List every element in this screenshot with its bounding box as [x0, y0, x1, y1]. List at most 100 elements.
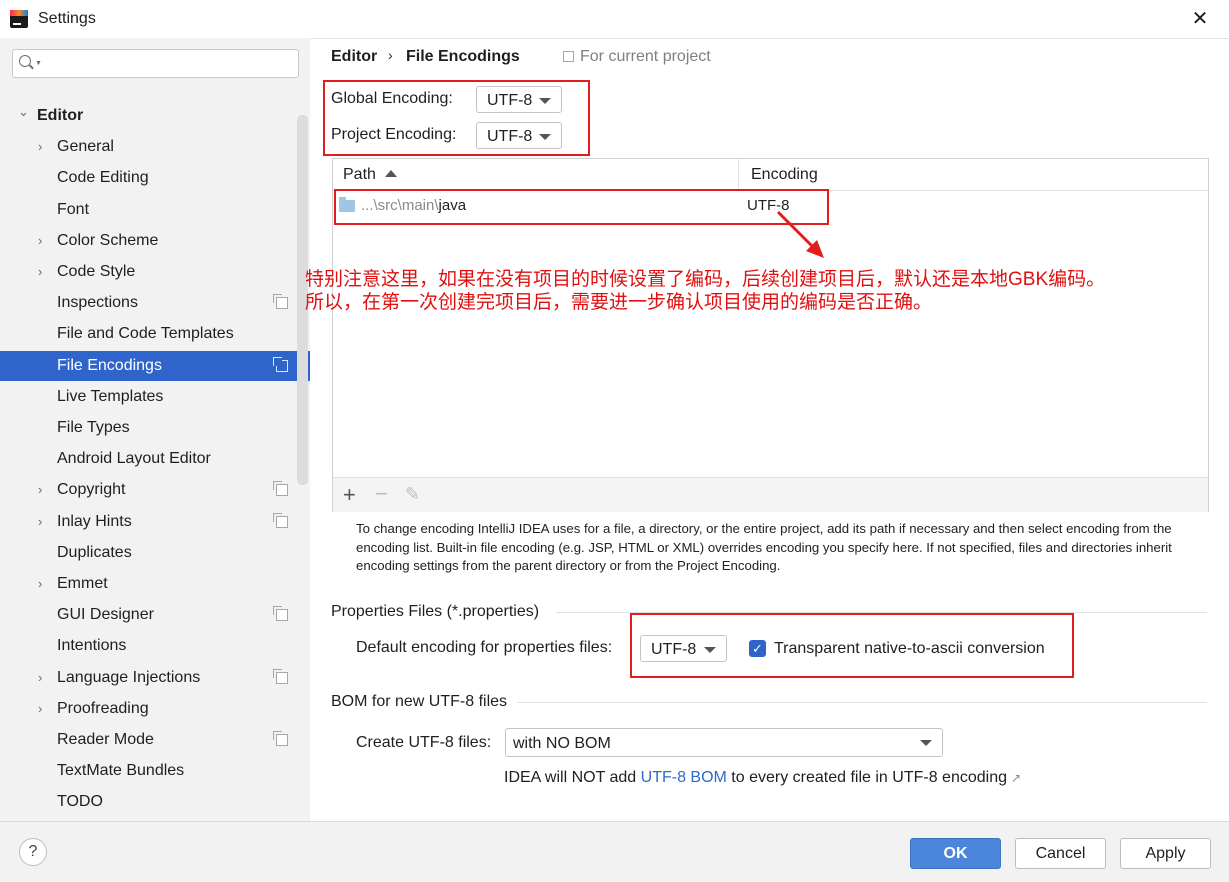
table-toolbar: + − ✎ — [333, 477, 1208, 512]
search-icon — [19, 55, 31, 67]
sidebar-item-label: Code Editing — [57, 169, 149, 186]
sidebar-item-inspections[interactable]: Inspections — [0, 288, 310, 318]
sidebar-item-file-types[interactable]: File Types — [0, 413, 310, 443]
sidebar-item-duplicates[interactable]: Duplicates — [0, 538, 310, 568]
breadcrumb-separator: › — [388, 47, 393, 63]
sidebar-item-label: Inlay Hints — [57, 513, 132, 530]
sort-ascending-icon — [385, 170, 397, 177]
intellij-app-icon — [10, 10, 28, 28]
chevron-right-icon[interactable]: › — [38, 507, 50, 537]
window-title: Settings — [38, 10, 96, 27]
sidebar-item-label: Copyright — [57, 481, 126, 498]
sidebar-item-label: Color Scheme — [57, 232, 159, 249]
title-bar: Settings ✕ — [0, 0, 1229, 39]
help-description: To change encoding IntelliJ IDEA uses fo… — [356, 521, 1172, 573]
sidebar-item-inlay-hints[interactable]: › Inlay Hints — [0, 507, 310, 537]
breadcrumb-parent[interactable]: Editor — [331, 48, 377, 66]
chevron-right-icon[interactable]: › — [38, 569, 50, 599]
chevron-right-icon[interactable]: › — [38, 226, 50, 256]
sidebar-item-emmet[interactable]: › Emmet — [0, 569, 310, 599]
column-header-encoding-label: Encoding — [751, 166, 818, 183]
sidebar-item-label: Code Style — [57, 263, 136, 280]
dialog-footer: ? OK Cancel Apply — [0, 821, 1229, 882]
edit-path-button[interactable]: ✎ — [405, 484, 420, 505]
sidebar-item-live-templates[interactable]: Live Templates — [0, 382, 310, 412]
annotation-arrow-shaft — [776, 210, 818, 252]
sidebar-item-label: File Types — [57, 419, 130, 436]
annotation-box-properties — [630, 613, 1074, 678]
section-divider — [517, 702, 1207, 703]
bom-note-suffix: to every created file in UTF-8 encoding — [726, 769, 1007, 786]
bom-note: IDEA will NOT add UTF-8 BOM to every cre… — [504, 769, 1021, 787]
column-header-path-label: Path — [343, 166, 376, 183]
chevron-right-icon[interactable]: › — [38, 257, 50, 287]
sidebar-item-label: Proofreading — [57, 700, 149, 717]
external-link-icon: ↗ — [1011, 771, 1022, 785]
project-scope-icon — [273, 513, 288, 528]
sidebar-item-label: GUI Designer — [57, 606, 154, 623]
sidebar-item-label: Inspections — [57, 294, 138, 311]
cancel-button[interactable]: Cancel — [1015, 838, 1106, 869]
sidebar-item-intentions[interactable]: Intentions — [0, 631, 310, 661]
sidebar-item-file-and-code-templates[interactable]: File and Code Templates — [0, 319, 310, 349]
chevron-right-icon[interactable]: › — [38, 475, 50, 505]
sidebar-item-label: File and Code Templates — [57, 325, 234, 342]
sidebar-item-label: TODO — [57, 793, 103, 810]
chevron-right-icon[interactable]: › — [38, 663, 50, 693]
sidebar-item-code-style[interactable]: › Code Style — [0, 257, 310, 287]
apply-button[interactable]: Apply — [1120, 838, 1211, 869]
sidebar-item-reader-mode[interactable]: Reader Mode — [0, 725, 310, 755]
sidebar-item-color-scheme[interactable]: › Color Scheme — [0, 226, 310, 256]
bom-select[interactable]: with NO BOM — [505, 728, 943, 757]
close-window-button[interactable]: ✕ — [1188, 7, 1212, 31]
project-scope-icon — [273, 294, 288, 309]
project-scope-icon — [563, 51, 574, 62]
settings-search-input[interactable]: ▼ — [12, 49, 299, 78]
sidebar-item-textmate-bundles[interactable]: TextMate Bundles — [0, 756, 310, 786]
help-button[interactable]: ? — [19, 838, 47, 866]
sidebar-item-editor[interactable]: ⌄ Editor — [0, 101, 310, 131]
project-scope-icon — [273, 357, 288, 372]
search-options-caret-icon[interactable]: ▼ — [35, 60, 42, 67]
project-scope-icon — [273, 731, 288, 746]
create-utf8-label: Create UTF-8 files: — [356, 734, 492, 751]
sidebar-item-label: Language Injections — [57, 669, 201, 686]
sidebar-item-proofreading[interactable]: › Proofreading — [0, 694, 310, 724]
sidebar-item-language-injections[interactable]: › Language Injections — [0, 663, 310, 693]
annotation-note: 特别注意这里，如果在没有项目的时候设置了编码，后续创建项目后，默认还是本地GBK… — [305, 268, 1229, 314]
sidebar-item-file-encodings[interactable]: File Encodings — [0, 351, 310, 381]
utf8-bom-link[interactable]: UTF-8 BOM — [641, 769, 727, 786]
sidebar-item-gui-designer[interactable]: GUI Designer — [0, 600, 310, 630]
sidebar-item-label: Intentions — [57, 637, 127, 654]
chevron-right-icon[interactable]: › — [38, 132, 50, 162]
sidebar-item-code-editing[interactable]: Code Editing — [0, 163, 310, 193]
sidebar-item-label: Font — [57, 201, 90, 218]
project-scope-icon — [273, 606, 288, 621]
annotation-line-1: 特别注意这里，如果在没有项目的时候设置了编码，后续创建项目后，默认还是本地GBK… — [305, 269, 1106, 290]
bom-note-prefix: IDEA will NOT add — [504, 769, 641, 786]
remove-path-button[interactable]: − — [375, 481, 388, 507]
properties-section-title: Properties Files (*.properties) — [331, 603, 540, 620]
annotation-box-path-row — [334, 189, 829, 225]
scope-label: For current project — [580, 48, 711, 65]
add-path-button[interactable]: + — [343, 482, 356, 508]
sidebar-item-general[interactable]: › General — [0, 132, 310, 162]
dropdown-arrow-icon — [920, 740, 932, 746]
sidebar-item-android-layout-editor[interactable]: Android Layout Editor — [0, 444, 310, 474]
sidebar-item-font[interactable]: Font — [0, 195, 310, 225]
bom-value: with NO BOM — [513, 735, 611, 752]
chevron-down-icon[interactable]: ⌄ — [18, 97, 30, 127]
annotation-line-2: 所以，在第一次创建完项目后，需要进一步确认项目使用的编码是否正确。 — [305, 292, 933, 313]
sidebar-item-copyright[interactable]: › Copyright — [0, 475, 310, 505]
ok-button[interactable]: OK — [910, 838, 1001, 869]
chevron-right-icon[interactable]: › — [38, 694, 50, 724]
sidebar-item-label: Android Layout Editor — [57, 450, 211, 467]
settings-sidebar: ▼ ⌄ Editor › General Code Editing Font › Color … — [0, 38, 310, 821]
sidebar-item-label: General — [57, 138, 114, 155]
annotation-arrow — [776, 210, 824, 258]
bom-section-title: BOM for new UTF-8 files — [331, 693, 508, 710]
sidebar-item-todo[interactable]: TODO — [0, 787, 310, 817]
sidebar-item-label: Emmet — [57, 575, 108, 592]
sidebar-item-label: Editor — [37, 107, 84, 124]
project-scope-icon — [273, 481, 288, 496]
